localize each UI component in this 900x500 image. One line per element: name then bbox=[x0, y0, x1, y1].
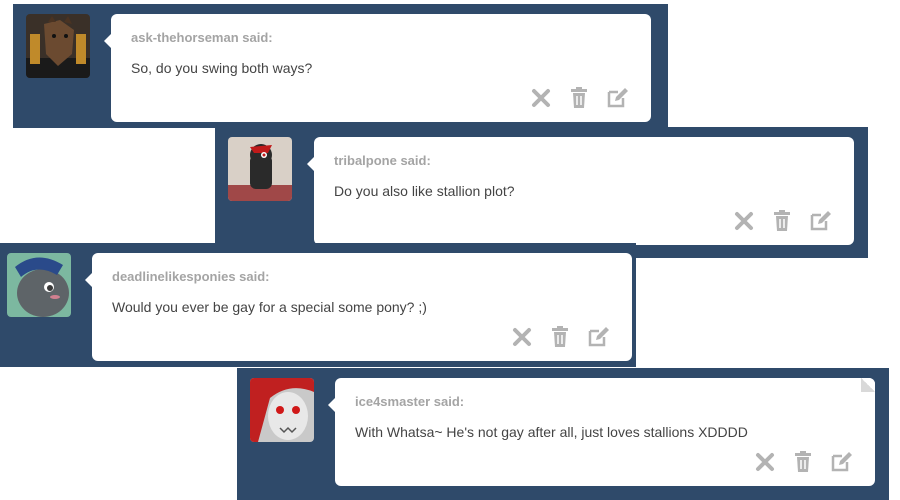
edit-icon bbox=[607, 88, 628, 108]
ignore-button[interactable] bbox=[529, 86, 553, 110]
ask-panel-3: deadlinelikesponies said: Would you ever… bbox=[0, 243, 636, 367]
action-bar bbox=[753, 450, 853, 474]
edit-icon bbox=[831, 452, 852, 472]
ask-bubble-1: ask-thehorseman said: So, do you swing b… bbox=[104, 14, 651, 122]
avatar-black-red-pony[interactable] bbox=[228, 137, 292, 201]
edit-icon bbox=[810, 211, 831, 231]
ask-panel-4: ice4smaster said: With Whatsa~ He's not … bbox=[237, 368, 889, 500]
asker-name[interactable]: ask-thehorseman said: bbox=[131, 30, 273, 45]
asker-name[interactable]: tribalpone said: bbox=[334, 153, 431, 168]
ignore-button[interactable] bbox=[732, 209, 756, 233]
ask-bubble-3: deadlinelikesponies said: Would you ever… bbox=[85, 253, 632, 361]
trash-icon bbox=[552, 326, 568, 347]
ignore-button[interactable] bbox=[753, 450, 777, 474]
delete-button[interactable] bbox=[567, 86, 591, 110]
ask-bubble-4: ice4smaster said: With Whatsa~ He's not … bbox=[328, 378, 875, 486]
trash-icon bbox=[795, 451, 811, 472]
grey-pony-avatar-icon bbox=[7, 253, 71, 317]
avatar-grey-pony[interactable] bbox=[7, 253, 71, 317]
ignore-button[interactable] bbox=[510, 325, 534, 349]
action-bar bbox=[732, 209, 832, 233]
black-red-pony-avatar-icon bbox=[228, 137, 292, 201]
edit-button[interactable] bbox=[586, 325, 610, 349]
close-icon bbox=[756, 453, 774, 471]
ask-panel-1: ask-thehorseman said: So, do you swing b… bbox=[13, 4, 668, 128]
action-bar bbox=[529, 86, 629, 110]
ask-panel-2: tribalpone said: Do you also like stalli… bbox=[215, 127, 868, 258]
edit-button[interactable] bbox=[605, 86, 629, 110]
edit-button[interactable] bbox=[808, 209, 832, 233]
avatar-red-mane-pony[interactable] bbox=[250, 378, 314, 442]
action-bar bbox=[510, 325, 610, 349]
trash-icon bbox=[774, 210, 790, 231]
delete-button[interactable] bbox=[548, 325, 572, 349]
delete-button[interactable] bbox=[791, 450, 815, 474]
question-text: So, do you swing both ways? bbox=[131, 60, 313, 76]
question-text: Do you also like stallion plot? bbox=[334, 183, 515, 199]
trash-icon bbox=[571, 87, 587, 108]
avatar-horse-head[interactable] bbox=[26, 14, 90, 78]
edit-button[interactable] bbox=[829, 450, 853, 474]
close-icon bbox=[513, 328, 531, 346]
delete-button[interactable] bbox=[770, 209, 794, 233]
edit-icon bbox=[588, 327, 609, 347]
horse-head-avatar-icon bbox=[26, 14, 90, 78]
page-fold bbox=[861, 378, 875, 392]
ask-bubble-2: tribalpone said: Do you also like stalli… bbox=[307, 137, 854, 245]
asker-name[interactable]: ice4smaster said: bbox=[355, 394, 464, 409]
close-icon bbox=[532, 89, 550, 107]
close-icon bbox=[735, 212, 753, 230]
asker-name[interactable]: deadlinelikesponies said: bbox=[112, 269, 270, 284]
red-mane-pony-avatar-icon bbox=[250, 378, 314, 442]
question-text: With Whatsa~ He's not gay after all, jus… bbox=[355, 424, 748, 440]
question-text: Would you ever be gay for a special some… bbox=[112, 299, 427, 315]
